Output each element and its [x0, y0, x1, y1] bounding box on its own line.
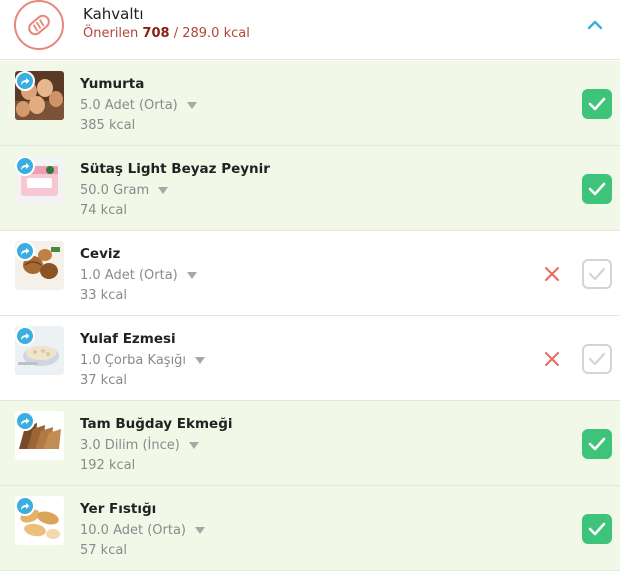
checkmark-icon	[588, 267, 606, 281]
chevron-up-icon	[587, 20, 603, 30]
checkmark-icon	[588, 352, 606, 366]
food-calories: 385 kcal	[80, 118, 136, 133]
checkmark-icon	[588, 437, 606, 451]
caret-down-icon	[195, 527, 206, 534]
collapse-button[interactable]	[582, 12, 608, 38]
eaten-checkbox[interactable]	[582, 429, 612, 459]
remove-button[interactable]	[542, 349, 562, 369]
share-icon[interactable]	[15, 496, 35, 516]
calorie-separator: /	[173, 26, 179, 41]
food-row-yer-fistigi: Yer Fıstığı 10.0 Adet (Orta) 57 kcal	[0, 486, 620, 571]
share-icon[interactable]	[15, 326, 35, 346]
food-name: Yer Fıstığı	[80, 501, 157, 517]
caret-down-icon	[158, 187, 169, 194]
food-calories: 192 kcal	[80, 458, 136, 473]
food-calories: 74 kcal	[80, 203, 127, 218]
bread-icon	[14, 0, 64, 50]
caret-down-icon	[186, 102, 197, 109]
remove-button[interactable]	[542, 264, 562, 284]
caret-down-icon	[186, 272, 197, 279]
eaten-checkbox[interactable]	[582, 344, 612, 374]
caret-down-icon	[188, 442, 199, 449]
close-icon	[545, 352, 559, 366]
checkmark-icon	[588, 182, 606, 196]
close-icon	[545, 267, 559, 281]
eaten-checkbox[interactable]	[582, 514, 612, 544]
portion-selector[interactable]: 10.0 Adet (Orta)	[80, 523, 206, 538]
portion-label: 3.0 Dilim (İnce)	[80, 438, 180, 453]
food-name: Tam Buğday Ekmeği	[80, 416, 233, 432]
eaten-checkbox[interactable]	[582, 174, 612, 204]
portion-label: 5.0 Adet (Orta)	[80, 98, 178, 113]
share-icon[interactable]	[15, 241, 35, 261]
meal-title: Kahvaltı	[83, 5, 144, 23]
eaten-checkbox[interactable]	[582, 89, 612, 119]
food-row-ceviz: Ceviz 1.0 Adet (Orta) 33 kcal	[0, 231, 620, 316]
food-name: Yulaf Ezmesi	[80, 331, 176, 347]
caret-down-icon	[195, 357, 206, 364]
food-calories: 57 kcal	[80, 543, 127, 558]
portion-label: 1.0 Çorba Kaşığı	[80, 353, 187, 368]
consumed-calories: 289.0 kcal	[182, 26, 250, 41]
portion-label: 1.0 Adet (Orta)	[80, 268, 178, 283]
food-calories: 33 kcal	[80, 288, 127, 303]
food-row-beyaz-peynir: Sütaş Light Beyaz Peynir 50.0 Gram 74 kc…	[0, 146, 620, 231]
portion-selector[interactable]: 50.0 Gram	[80, 183, 169, 198]
food-row-tam-bugday-ekmegi: Tam Buğday Ekmeği 3.0 Dilim (İnce) 192 k…	[0, 401, 620, 486]
food-row-yumurta: Yumurta 5.0 Adet (Orta) 385 kcal	[0, 61, 620, 146]
portion-selector[interactable]: 3.0 Dilim (İnce)	[80, 438, 199, 453]
eaten-checkbox[interactable]	[582, 259, 612, 289]
food-row-yulaf-ezmesi: Yulaf Ezmesi 1.0 Çorba Kaşığı 37 kcal	[0, 316, 620, 401]
food-name: Yumurta	[80, 76, 145, 92]
meal-calorie-summary: Önerilen 708 / 289.0 kcal	[83, 26, 250, 41]
share-icon[interactable]	[15, 411, 35, 431]
food-name: Sütaş Light Beyaz Peynir	[80, 161, 270, 177]
food-calories: 37 kcal	[80, 373, 127, 388]
recommended-value: 708	[142, 26, 170, 41]
share-icon[interactable]	[15, 71, 35, 91]
share-icon[interactable]	[15, 156, 35, 176]
meal-header: Kahvaltı Önerilen 708 / 289.0 kcal	[0, 0, 620, 60]
checkmark-icon	[588, 522, 606, 536]
portion-label: 50.0 Gram	[80, 183, 150, 198]
portion-label: 10.0 Adet (Orta)	[80, 523, 187, 538]
portion-selector[interactable]: 5.0 Adet (Orta)	[80, 98, 197, 113]
recommended-label: Önerilen	[83, 26, 139, 41]
portion-selector[interactable]: 1.0 Adet (Orta)	[80, 268, 197, 283]
checkmark-icon	[588, 97, 606, 111]
food-name: Ceviz	[80, 246, 121, 262]
portion-selector[interactable]: 1.0 Çorba Kaşığı	[80, 353, 206, 368]
